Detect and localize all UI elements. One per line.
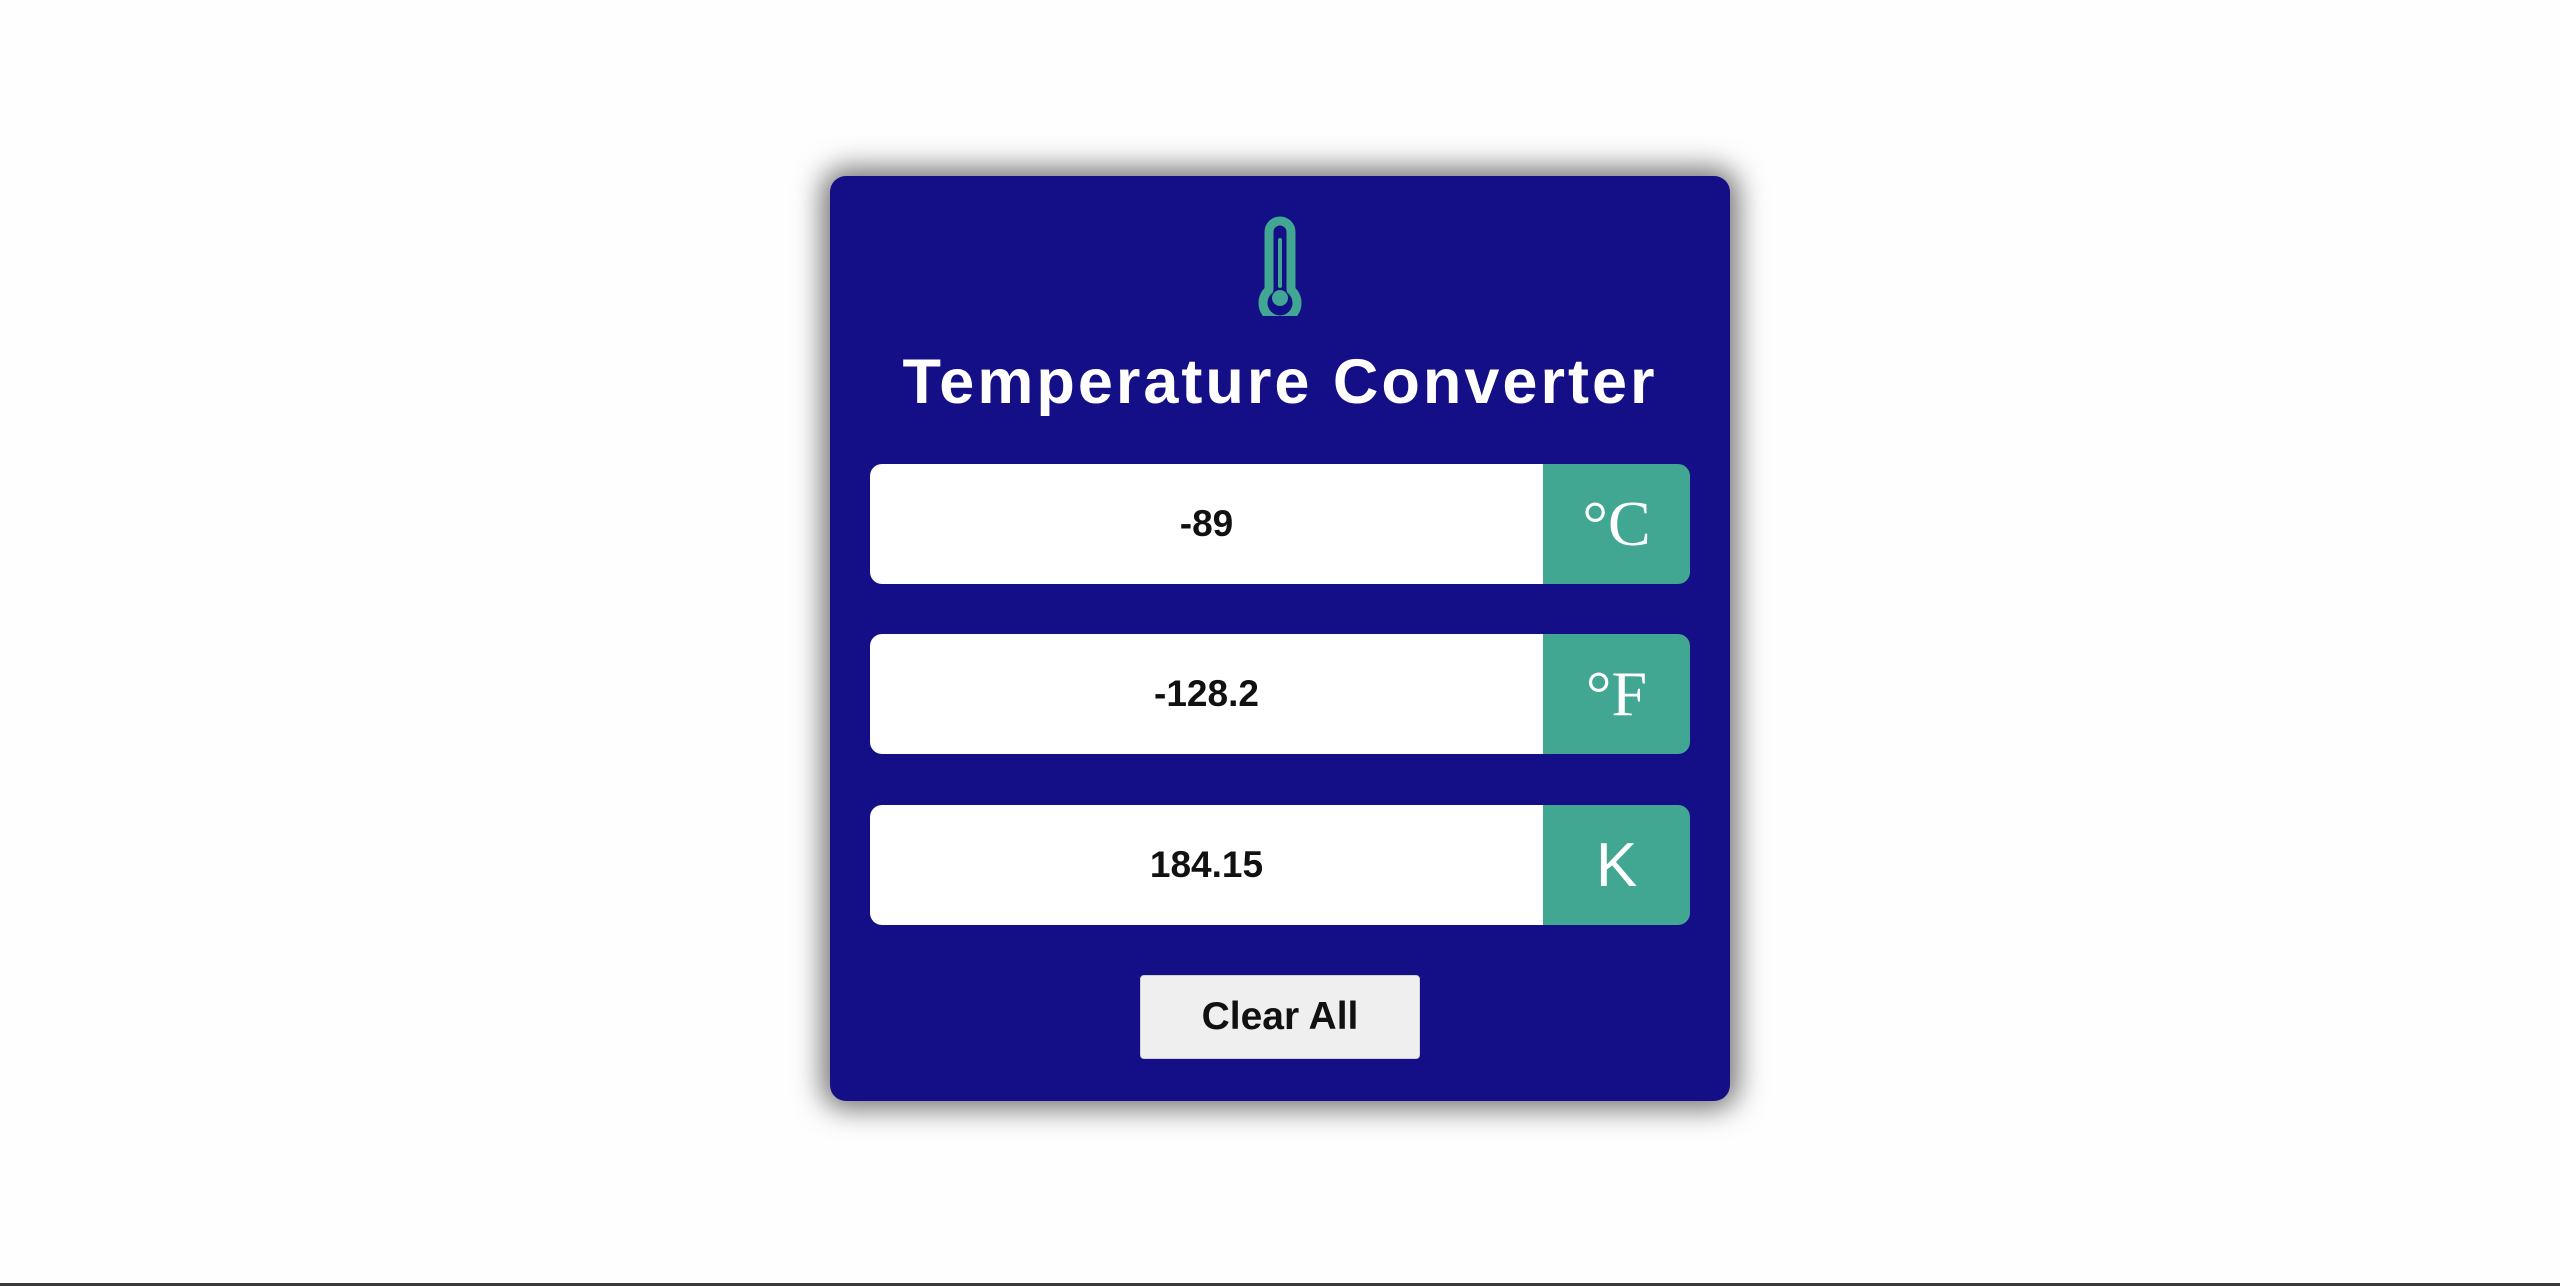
kelvin-row: K xyxy=(870,805,1690,925)
app-title: Temperature Converter xyxy=(902,347,1658,417)
fahrenheit-row: °F xyxy=(870,634,1690,754)
thermometer-icon xyxy=(1258,216,1302,316)
fahrenheit-unit-label: °F xyxy=(1543,634,1690,754)
celsius-unit-label: °C xyxy=(1543,464,1690,584)
fahrenheit-input[interactable] xyxy=(870,634,1543,754)
celsius-input[interactable] xyxy=(870,464,1543,584)
page: Temperature Converter °C °F K Clear All xyxy=(0,0,2560,1286)
clear-all-button[interactable]: Clear All xyxy=(1140,975,1420,1059)
celsius-row: °C xyxy=(870,464,1690,584)
kelvin-input[interactable] xyxy=(870,805,1543,925)
kelvin-unit-label: K xyxy=(1543,805,1690,925)
converter-card: Temperature Converter °C °F K Clear All xyxy=(830,176,1730,1101)
